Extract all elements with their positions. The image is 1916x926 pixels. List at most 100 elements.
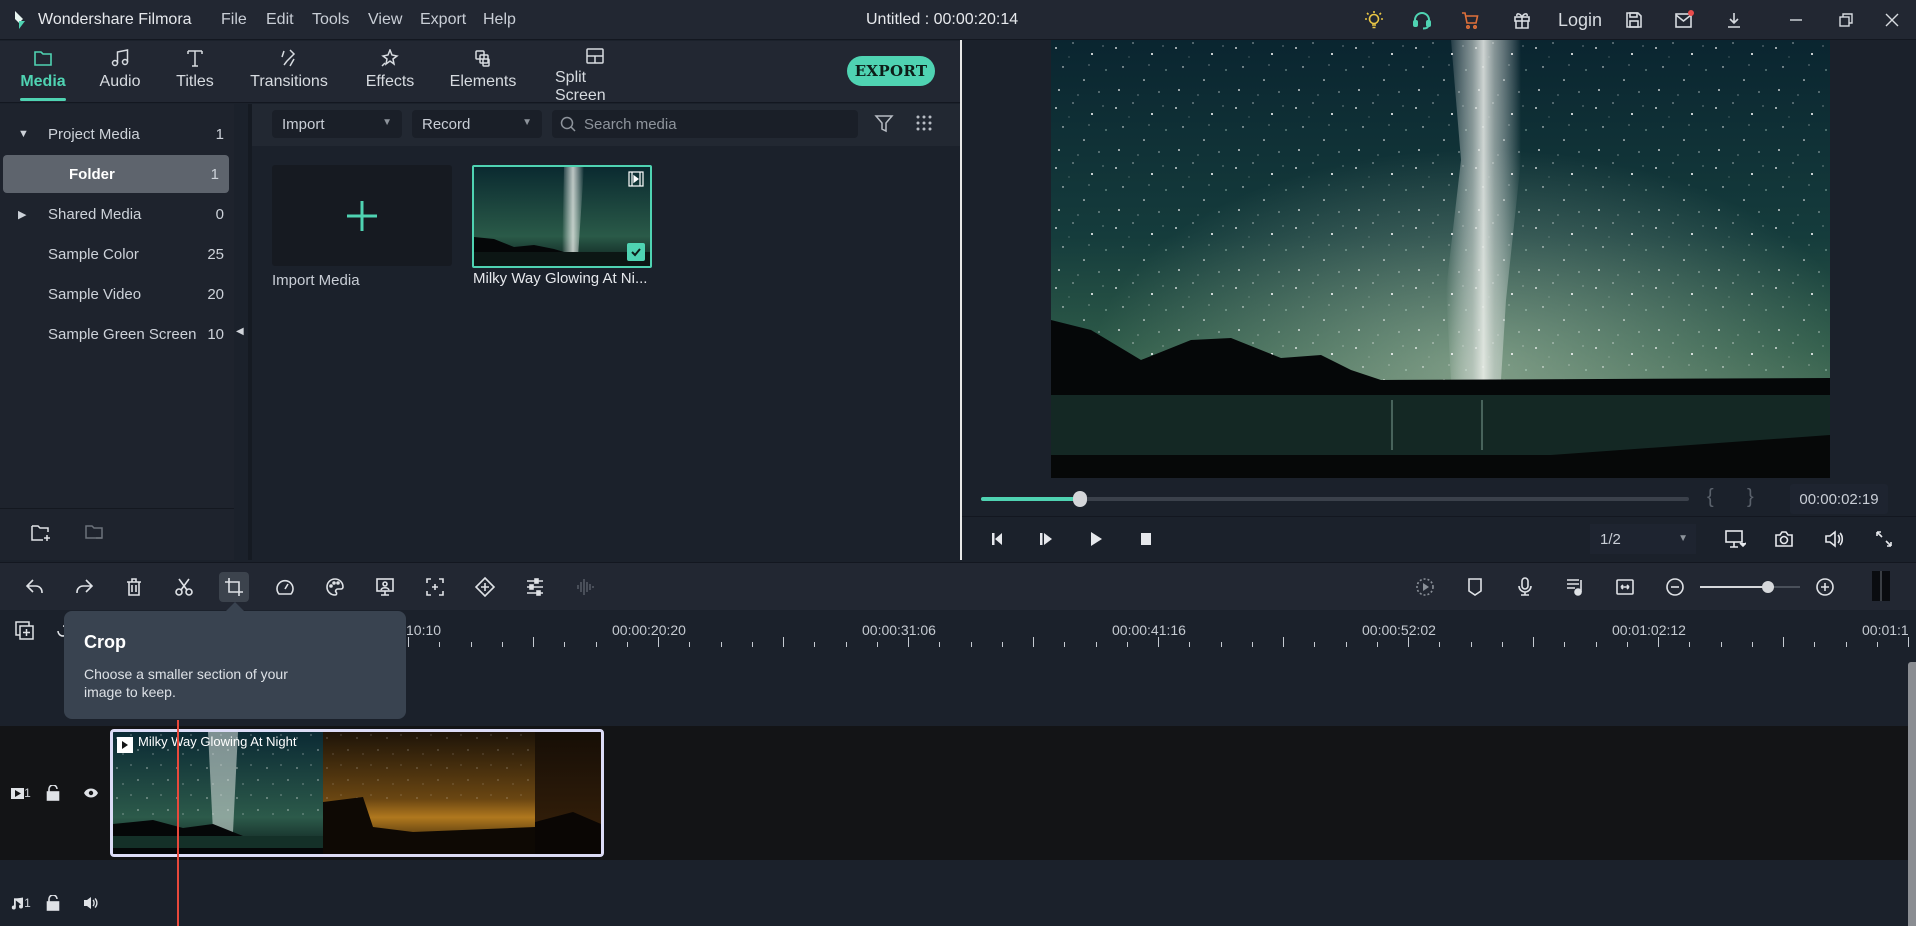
nav-shared-media[interactable]: ▶ Shared Media 0 xyxy=(0,195,234,233)
collapse-panel-icon[interactable]: ◀ xyxy=(236,326,244,337)
export-button[interactable]: EXPORT xyxy=(847,56,935,86)
keyframe-icon[interactable] xyxy=(470,572,500,602)
nav-count: 1 xyxy=(215,125,224,143)
menu-export[interactable]: Export xyxy=(420,11,466,29)
ruler-label: 00:00:52:02 xyxy=(1362,622,1436,638)
redo-icon[interactable] xyxy=(69,572,99,602)
playback-quality-dropdown[interactable]: 1/2 ▼ xyxy=(1590,524,1696,554)
green-screen-icon[interactable] xyxy=(370,572,400,602)
nav-folder[interactable]: Folder 1 xyxy=(3,155,229,193)
timeline-vertical-scrollbar[interactable] xyxy=(1908,662,1916,926)
media-clip-thumbnail[interactable] xyxy=(472,165,652,268)
playback-progress-bar[interactable] xyxy=(981,497,1689,501)
color-icon[interactable] xyxy=(320,572,350,602)
ruler-minor-tick xyxy=(1876,642,1878,647)
play-button[interactable] xyxy=(1083,526,1109,552)
eye-icon[interactable] xyxy=(80,782,102,804)
grid-view-icon[interactable] xyxy=(914,113,934,133)
login-link[interactable]: Login xyxy=(1558,10,1602,31)
download-icon[interactable] xyxy=(1722,8,1746,32)
tooltip-title: Crop xyxy=(84,632,126,652)
tab-transitions[interactable]: Transitions xyxy=(250,41,328,103)
nav-sample-green-screen[interactable]: Sample Green Screen 10 xyxy=(0,315,234,353)
mail-icon[interactable] xyxy=(1672,8,1696,32)
marker-icon[interactable] xyxy=(1460,572,1490,602)
menu-view[interactable]: View xyxy=(368,11,402,29)
gift-icon[interactable] xyxy=(1510,8,1534,32)
minimize-button[interactable] xyxy=(1784,8,1808,32)
stop-button[interactable] xyxy=(1133,526,1159,552)
speaker-icon[interactable] xyxy=(80,892,102,914)
expand-arrow-icon[interactable]: ▼ xyxy=(18,128,29,140)
zoom-out-icon[interactable] xyxy=(1660,572,1690,602)
ruler-minor-tick xyxy=(1095,642,1097,647)
mark-in-button[interactable]: { xyxy=(1707,486,1714,509)
lock-icon[interactable] xyxy=(42,892,64,914)
auto-reframe-icon[interactable] xyxy=(420,572,450,602)
playback-scrubber-handle[interactable] xyxy=(1073,491,1088,507)
panel-divider[interactable] xyxy=(960,40,962,560)
milky-way-thumbnail xyxy=(474,167,650,266)
volume-icon[interactable] xyxy=(1821,526,1847,552)
save-icon[interactable] xyxy=(1622,8,1646,32)
search-box[interactable] xyxy=(552,110,858,138)
timeline-zoom-handle[interactable] xyxy=(1762,581,1774,593)
render-icon[interactable] xyxy=(1410,572,1440,602)
tab-split-screen[interactable]: Split Screen xyxy=(555,41,635,104)
filter-icon[interactable] xyxy=(874,113,894,133)
delete-icon[interactable] xyxy=(119,572,149,602)
restore-button[interactable] xyxy=(1834,8,1858,32)
nav-project-media[interactable]: ▼ Project Media 1 xyxy=(0,115,234,153)
nav-sample-color[interactable]: Sample Color 25 xyxy=(0,235,234,273)
nav-sample-video[interactable]: Sample Video 20 xyxy=(0,275,234,313)
lightbulb-icon[interactable] xyxy=(1362,8,1386,32)
snapshot-icon[interactable] xyxy=(1771,526,1797,552)
tab-label: Effects xyxy=(365,73,415,90)
menu-file[interactable]: File xyxy=(221,11,247,29)
lock-icon[interactable] xyxy=(42,782,64,804)
headset-icon[interactable] xyxy=(1410,8,1434,32)
menu-tools[interactable]: Tools xyxy=(312,11,349,29)
tab-effects[interactable]: Effects xyxy=(366,41,414,103)
fit-timeline-icon[interactable] xyxy=(1610,572,1640,602)
ruler-minor-tick xyxy=(1751,642,1753,647)
cart-icon[interactable] xyxy=(1458,8,1482,32)
fullscreen-icon[interactable] xyxy=(1871,526,1897,552)
adjust-icon[interactable] xyxy=(520,572,550,602)
audio-mix-icon[interactable] xyxy=(1560,572,1590,602)
close-button[interactable] xyxy=(1880,8,1904,32)
tab-media[interactable]: Media xyxy=(20,41,66,103)
ruler-label: 00:01:02:12 xyxy=(1612,622,1686,638)
delete-folder-icon[interactable] xyxy=(84,523,106,543)
new-folder-icon[interactable] xyxy=(30,523,52,543)
ruler-label: 00:00:31:06 xyxy=(862,622,936,638)
video-preview[interactable] xyxy=(1051,40,1830,478)
mic-icon[interactable] xyxy=(1510,572,1540,602)
next-frame-button[interactable] xyxy=(1033,526,1059,552)
tab-audio[interactable]: Audio xyxy=(100,41,140,103)
menu-help[interactable]: Help xyxy=(483,11,516,29)
playhead[interactable] xyxy=(177,720,179,926)
tab-label: Media xyxy=(20,73,66,90)
zoom-in-icon[interactable] xyxy=(1810,572,1840,602)
expand-arrow-icon[interactable]: ▶ xyxy=(18,208,26,221)
mark-out-button[interactable]: } xyxy=(1747,486,1754,509)
menu-edit[interactable]: Edit xyxy=(266,11,294,29)
previous-frame-button[interactable] xyxy=(983,526,1009,552)
tab-titles[interactable]: Titles xyxy=(176,41,214,103)
cut-icon[interactable] xyxy=(169,572,199,602)
search-input[interactable] xyxy=(584,115,844,133)
import-dropdown[interactable]: Import ▼ xyxy=(272,110,402,138)
tab-label: Split Screen xyxy=(555,69,606,104)
import-media-tile[interactable] xyxy=(272,165,452,266)
display-settings-icon[interactable] xyxy=(1722,526,1748,552)
panel-resize-handle[interactable] xyxy=(1872,571,1890,601)
record-dropdown[interactable]: Record ▼ xyxy=(412,110,542,138)
tab-elements[interactable]: Elements xyxy=(450,41,516,103)
timeline-clip-title: Milky Way Glowing At Night xyxy=(138,734,297,749)
audio-track-1[interactable] xyxy=(0,860,1916,926)
speed-icon[interactable] xyxy=(270,572,300,602)
crop-icon[interactable] xyxy=(219,572,249,602)
undo-icon[interactable] xyxy=(20,572,50,602)
selected-check-icon[interactable] xyxy=(627,243,645,261)
